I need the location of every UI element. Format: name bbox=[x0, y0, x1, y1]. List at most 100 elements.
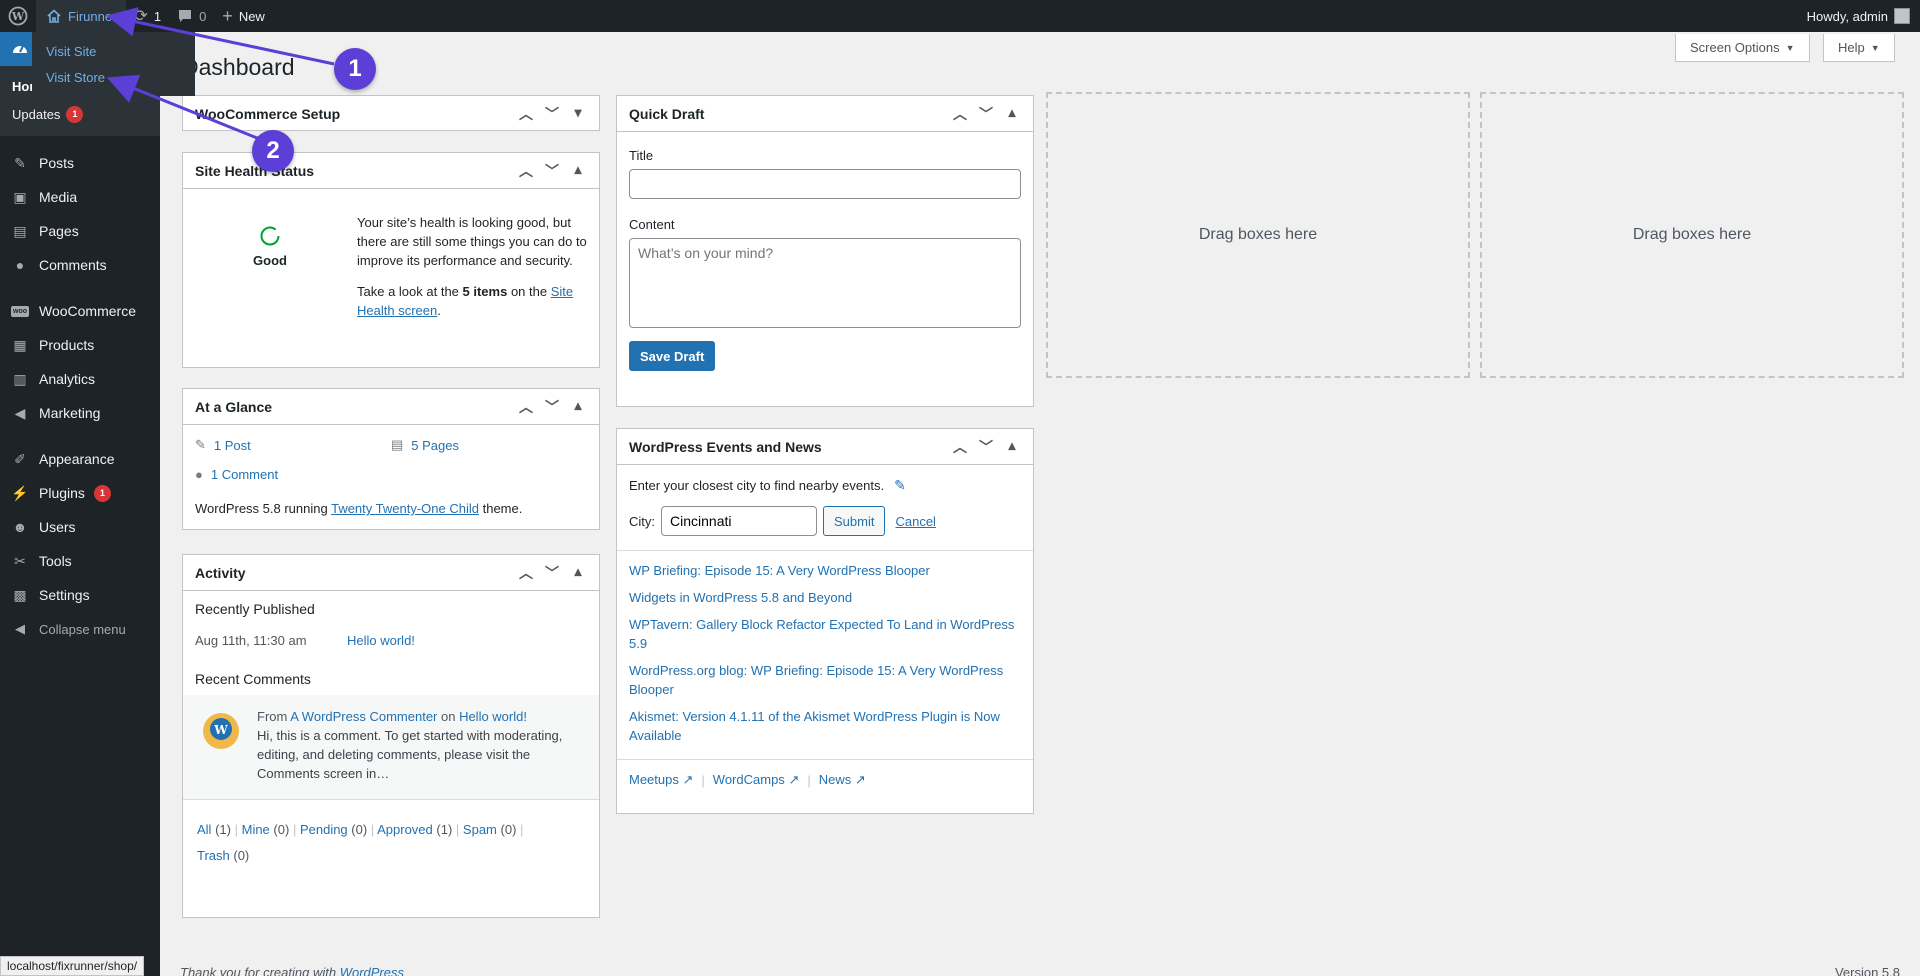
toggle-icon[interactable]: ▴ bbox=[1003, 104, 1021, 124]
footer-version: Version 5.8 bbox=[1834, 965, 1900, 976]
move-up-icon[interactable]: ︿ bbox=[951, 104, 969, 124]
pages-icon: ▤ bbox=[391, 437, 404, 452]
news-link[interactable]: Akismet: Version 4.1.11 of the Akismet W… bbox=[629, 709, 1000, 743]
sidebar-item-users[interactable]: ☻ Users bbox=[0, 510, 160, 544]
comments-count-link[interactable]: 1 Comment bbox=[211, 467, 278, 482]
external-link-icon: ↗ bbox=[788, 772, 800, 787]
sidebar-item-posts[interactable]: ✎ Posts bbox=[0, 146, 160, 180]
footer-thanks: Thank you for creating with WordPress bbox=[180, 965, 404, 976]
move-down-icon[interactable]: ﹀ bbox=[977, 104, 995, 124]
toggle-icon[interactable]: ▴ bbox=[569, 563, 587, 583]
save-draft-button[interactable]: Save Draft bbox=[629, 341, 716, 371]
wordpress-link[interactable]: WordPress bbox=[340, 965, 404, 976]
help-button[interactable]: Help ▼ bbox=[1823, 34, 1895, 62]
published-post-link[interactable]: Hello world! bbox=[347, 633, 415, 648]
sidebar-item-analytics[interactable]: ▥ Analytics bbox=[0, 362, 160, 396]
sidebar-item-appearance[interactable]: ✐ Appearance bbox=[0, 442, 160, 476]
news-link[interactable]: Widgets in WordPress 5.8 and Beyond bbox=[629, 590, 852, 605]
wp-logo-menu[interactable]: W bbox=[0, 0, 36, 32]
move-up-icon[interactable]: ︿ bbox=[517, 161, 535, 181]
new-content-menu[interactable]: + New bbox=[214, 0, 273, 32]
toggle-icon[interactable]: ▾ bbox=[569, 104, 587, 124]
svg-text:W: W bbox=[11, 10, 25, 23]
comments-menu[interactable]: 0 bbox=[169, 0, 214, 32]
list-item: WPTavern: Gallery Block Refactor Expecte… bbox=[629, 615, 1021, 653]
drop-zone[interactable]: Drag boxes here bbox=[1046, 92, 1470, 378]
sidebar-item-plugins[interactable]: ⚡ Plugins 1 bbox=[0, 476, 160, 510]
sidebar-item-comments[interactable]: ● Comments bbox=[0, 248, 160, 282]
comment-item: W From A WordPress Commenter on Hello wo… bbox=[183, 695, 599, 799]
home-icon bbox=[47, 9, 61, 23]
sidebar-item-pages[interactable]: ▤ Pages bbox=[0, 214, 160, 248]
visit-store-link[interactable]: Visit Store bbox=[32, 64, 195, 90]
news-link[interactable]: WordPress.org blog: WP Briefing: Episode… bbox=[629, 663, 1003, 697]
chart-icon: ▥ bbox=[13, 370, 27, 387]
pages-count-link[interactable]: 5 Pages bbox=[411, 438, 459, 453]
move-down-icon[interactable]: ﹀ bbox=[543, 563, 561, 583]
cancel-city-link[interactable]: Cancel bbox=[895, 514, 935, 529]
move-up-icon[interactable]: ︿ bbox=[517, 563, 535, 583]
news-footer-link[interactable]: News ↗ bbox=[819, 772, 866, 788]
my-account-menu[interactable]: Howdy, admin bbox=[1799, 0, 1920, 32]
sidebar-item-media[interactable]: ▣ Media bbox=[0, 180, 160, 214]
collapse-menu-button[interactable]: ◀ Collapse menu bbox=[0, 612, 160, 646]
submenu-updates-label: Updates bbox=[12, 106, 61, 122]
submenu-updates[interactable]: Updates 1 bbox=[0, 100, 160, 128]
commenter-link[interactable]: A WordPress Commenter bbox=[290, 709, 437, 724]
move-up-icon[interactable]: ︿ bbox=[517, 397, 535, 417]
sidebar-item-tools[interactable]: ✂ Tools bbox=[0, 544, 160, 578]
recently-published-heading: Recently Published bbox=[195, 601, 315, 617]
updates-menu[interactable]: ⟳ 1 bbox=[126, 0, 169, 32]
move-up-icon[interactable]: ︿ bbox=[951, 437, 969, 457]
wordcamps-link[interactable]: WordCamps ↗ bbox=[713, 772, 800, 788]
list-item: Akismet: Version 4.1.11 of the Akismet W… bbox=[629, 707, 1021, 745]
toggle-icon[interactable]: ▴ bbox=[1003, 437, 1021, 457]
meetups-link[interactable]: Meetups ↗ bbox=[629, 772, 693, 788]
filter-approved[interactable]: Approved bbox=[377, 822, 433, 837]
archive-icon: ▦ bbox=[13, 336, 27, 353]
draft-title-input[interactable] bbox=[629, 169, 1021, 199]
theme-link[interactable]: Twenty Twenty-One Child bbox=[331, 501, 479, 516]
site-name-menu[interactable]: Firunner bbox=[36, 0, 127, 32]
draft-content-textarea[interactable] bbox=[629, 238, 1021, 328]
sidebar-item-marketing[interactable]: ◀ Marketing bbox=[0, 396, 160, 430]
news-link[interactable]: WPTavern: Gallery Block Refactor Expecte… bbox=[629, 617, 1014, 651]
filter-all[interactable]: All bbox=[197, 822, 211, 837]
site-name: Firunner bbox=[68, 8, 117, 24]
refresh-icon: ⟳ bbox=[134, 8, 148, 25]
sidebar-item-products[interactable]: ▦ Products bbox=[0, 328, 160, 362]
toggle-icon[interactable]: ▴ bbox=[569, 161, 587, 181]
visit-site-link[interactable]: Visit Site bbox=[32, 38, 195, 64]
pencil-icon[interactable]: ✎ bbox=[894, 477, 906, 494]
posts-count-link[interactable]: 1 Post bbox=[214, 438, 251, 453]
move-down-icon[interactable]: ﹀ bbox=[977, 437, 995, 457]
drop-zone[interactable]: Drag boxes here bbox=[1480, 92, 1904, 378]
filter-pending[interactable]: Pending bbox=[300, 822, 348, 837]
news-link[interactable]: WP Briefing: Episode 15: A Very WordPres… bbox=[629, 563, 930, 578]
avatar-icon bbox=[1894, 8, 1910, 24]
filter-mine[interactable]: Mine bbox=[242, 822, 270, 837]
move-up-icon[interactable]: ︿ bbox=[517, 104, 535, 124]
move-down-icon[interactable]: ﹀ bbox=[543, 397, 561, 417]
user-icon: ☻ bbox=[12, 519, 28, 535]
sidebar-item-settings[interactable]: ▩ Settings bbox=[0, 578, 160, 612]
events-footer: Meetups ↗ | WordCamps ↗ | News ↗ bbox=[617, 759, 1033, 800]
toggle-icon[interactable]: ▴ bbox=[569, 397, 587, 417]
comment-post-link[interactable]: Hello world! bbox=[459, 709, 527, 724]
filter-trash[interactable]: Trash bbox=[197, 848, 230, 863]
sidebar-item-woocommerce[interactable]: woo WooCommerce bbox=[0, 294, 160, 328]
filter-spam[interactable]: Spam bbox=[463, 822, 497, 837]
move-down-icon[interactable]: ﹀ bbox=[543, 104, 561, 124]
sidebar-item-label: Tools bbox=[39, 553, 72, 569]
screen-options-button[interactable]: Screen Options ▼ bbox=[1675, 34, 1810, 62]
plus-icon: + bbox=[222, 5, 233, 26]
list-item: Widgets in WordPress 5.8 and Beyond bbox=[629, 588, 1021, 607]
city-input[interactable] bbox=[661, 506, 817, 536]
collapse-icon: ◀ bbox=[15, 621, 25, 636]
megaphone-icon: ◀ bbox=[14, 404, 26, 421]
submit-city-button[interactable]: Submit bbox=[823, 506, 886, 536]
wordpress-logo-icon: W bbox=[8, 6, 28, 26]
updates-badge: 1 bbox=[66, 105, 84, 123]
move-down-icon[interactable]: ﹀ bbox=[543, 161, 561, 181]
sidebar-item-label: Comments bbox=[39, 257, 107, 273]
